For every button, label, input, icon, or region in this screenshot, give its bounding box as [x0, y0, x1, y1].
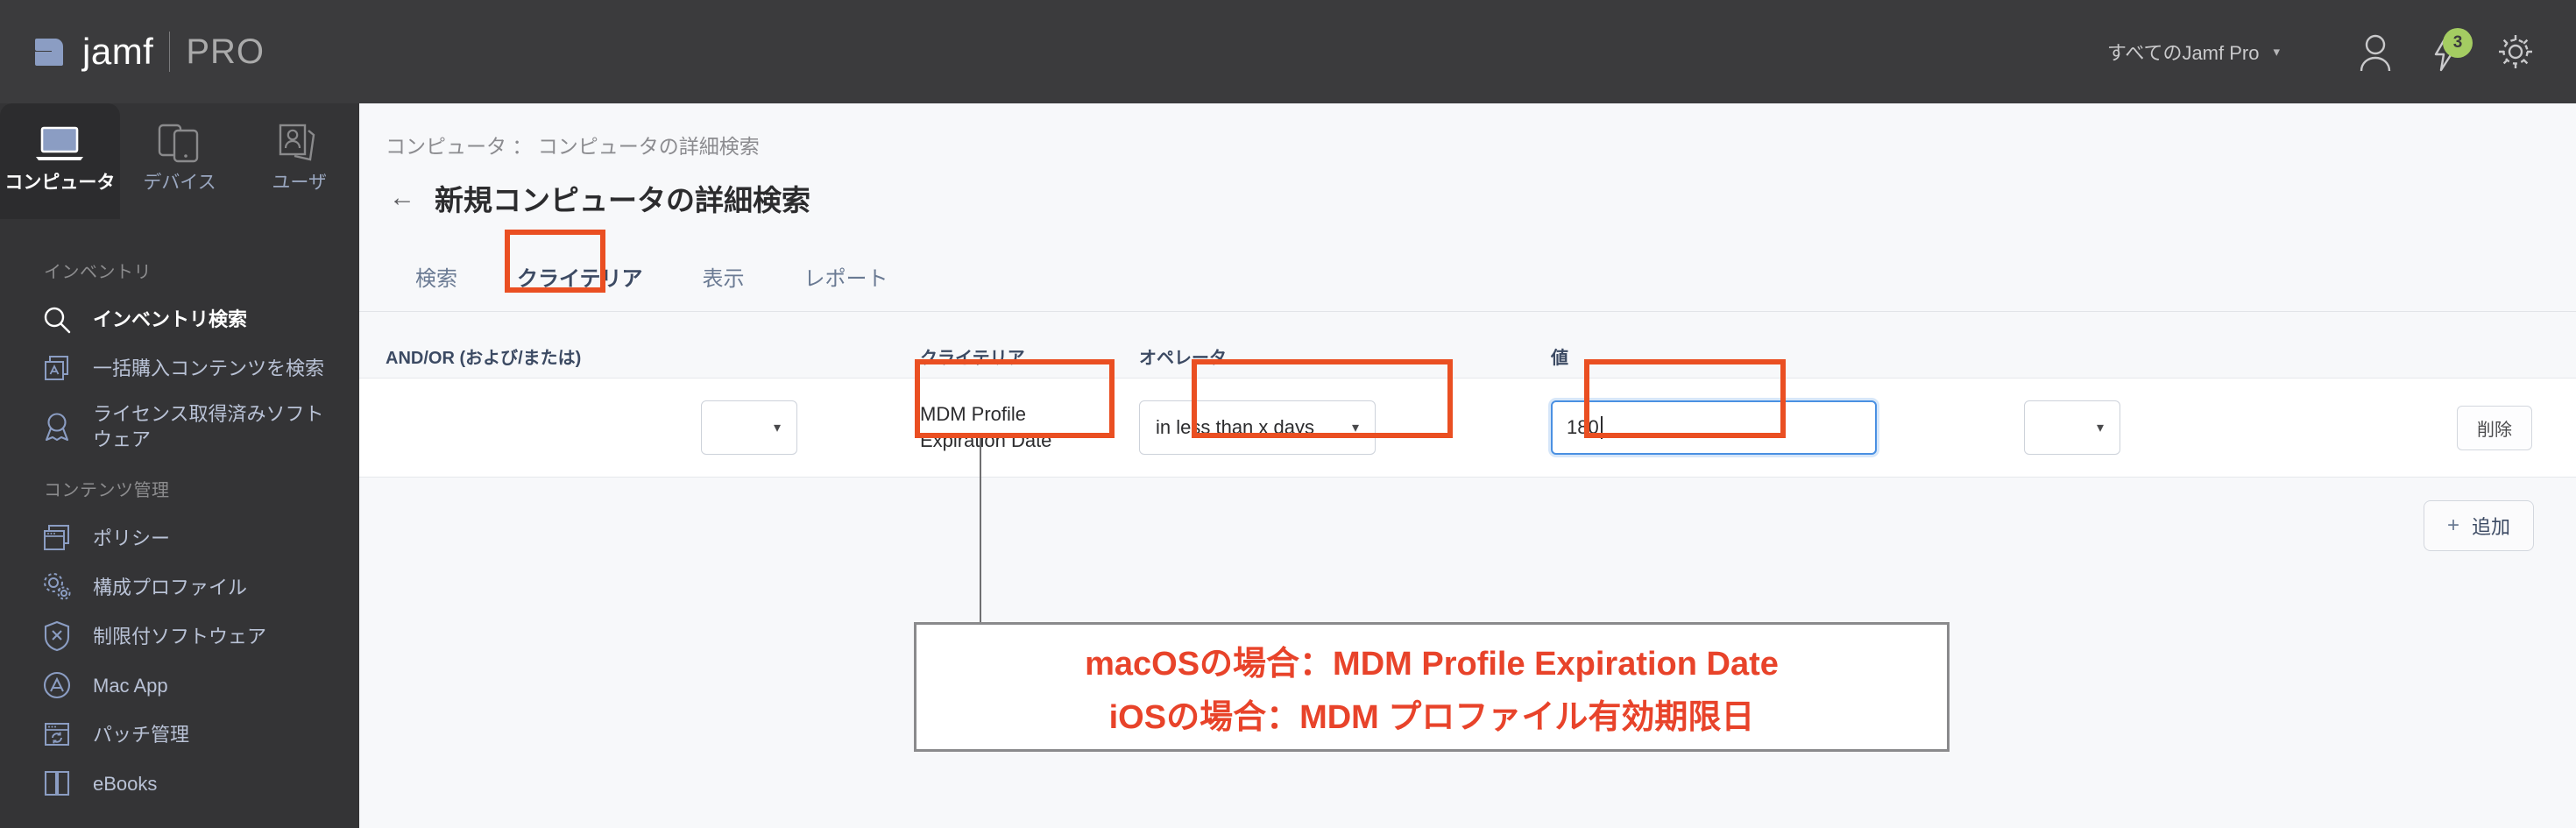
- gear-icon: [2499, 35, 2532, 68]
- notifications-button[interactable]: 3: [2420, 26, 2473, 77]
- annotation-leader-line: [980, 438, 981, 626]
- sidebar-item-patch-management[interactable]: パッチ管理: [0, 710, 359, 759]
- gears-icon: [40, 570, 74, 604]
- tab-search[interactable]: 検索: [386, 261, 487, 311]
- user-icon: [2360, 34, 2391, 71]
- table-row: ▾ MDM Profile Expiration Date in less th…: [359, 379, 2576, 477]
- sidebar-group-heading-inventory: インベントリ: [44, 263, 152, 282]
- sidebar-item-ebooks[interactable]: eBooks: [0, 759, 359, 808]
- content-tab-bar: 検索 クライテリア 表示 レポート: [359, 249, 2576, 312]
- sidebar-item-vpp-content-search[interactable]: 一括購入コンテンツを検索: [0, 344, 359, 393]
- app-stack-icon: [40, 352, 74, 386]
- shield-x-icon: [40, 619, 74, 653]
- sidebar-segment-users[interactable]: ユーザ: [239, 103, 359, 219]
- page-title-row: ← 新規コンピュータの詳細検索: [359, 159, 2576, 219]
- left-sidebar: コンピュータ デバイス ユーザ インベントリ インベントリ検索 一括購入コンテン…: [0, 103, 359, 828]
- chevron-down-icon: ▾: [1351, 421, 1359, 435]
- add-button-label: 追加: [2471, 516, 2510, 538]
- column-header-andor: AND/OR (および/または): [386, 349, 582, 368]
- search-icon: [40, 303, 74, 336]
- breadcrumb: コンピュータ ： コンピュータの詳細検索: [386, 135, 760, 158]
- sidebar-nav: インベントリ インベントリ検索 一括購入コンテンツを検索 ライセンス取得済みソフ…: [0, 219, 359, 828]
- sidebar-segment-devices[interactable]: デバイス: [120, 103, 240, 219]
- logo-jamf-text: jamf: [82, 31, 154, 72]
- tab-display[interactable]: 表示: [673, 261, 775, 311]
- laptop-icon: [34, 117, 85, 163]
- value-input[interactable]: 180: [1551, 400, 1877, 455]
- sidebar-item-label: ライセンス取得済みソフトウェア: [93, 403, 324, 451]
- chevron-down-icon: ▾: [2096, 421, 2104, 435]
- criteria-table: ▾ MDM Profile Expiration Date in less th…: [359, 378, 2576, 478]
- sidebar-item-label: Mac App: [93, 674, 168, 697]
- window-list-icon: [40, 521, 74, 555]
- sidebar-item-policies[interactable]: ポリシー: [0, 513, 359, 563]
- sidebar-segment-computers[interactable]: コンピュータ: [0, 103, 120, 219]
- annotation-line-2: iOSの場合：MDM プロファイル有効期限日: [1108, 699, 1755, 736]
- extra-select[interactable]: ▾: [2024, 400, 2120, 455]
- delete-button[interactable]: 削除: [2457, 405, 2532, 450]
- text-cursor: [1600, 416, 1603, 439]
- header-actions: すべてのJamf Pro ▾ 3: [2107, 26, 2541, 77]
- add-button[interactable]: + 追加: [2423, 500, 2534, 551]
- context-selector-label: すべてのJamf Pro: [2106, 42, 2260, 64]
- sidebar-item-licensed-software[interactable]: ライセンス取得済みソフトウェア: [0, 393, 359, 460]
- sidebar-group-heading-groups: グループ: [0, 808, 359, 828]
- sidebar-segment-label: ユーザ: [272, 173, 327, 193]
- sidebar-item-restricted-software[interactable]: 制限付ソフトウェア: [0, 612, 359, 661]
- sidebar-segment-label: コンピュータ: [4, 173, 116, 193]
- page-title: 新規コンピュータの詳細検索: [435, 184, 810, 216]
- column-header-criteria: クライテリア: [920, 349, 1025, 368]
- ribbon-award-icon: [40, 410, 74, 443]
- sidebar-item-label: 制限付ソフトウェア: [93, 625, 267, 648]
- criteria-value: MDM Profile Expiration Date: [920, 403, 1052, 451]
- add-row-area: + 追加: [359, 478, 2576, 551]
- annotation-callout-box: macOSの場合：MDM Profile Expiration Date iOS…: [914, 622, 1950, 752]
- sidebar-item-label: eBooks: [93, 772, 158, 795]
- andor-select[interactable]: ▾: [701, 400, 797, 455]
- users-icon: [274, 117, 325, 163]
- context-selector[interactable]: すべてのJamf Pro ▾: [2107, 38, 2280, 66]
- column-header-operator: オペレータ: [1139, 349, 1227, 368]
- criteria-column-headers: AND/OR (および/または) クライテリア オペレータ 値: [359, 312, 2576, 378]
- annotation-line-1: macOSの場合：MDM Profile Expiration Date: [1085, 646, 1779, 683]
- operator-select[interactable]: in less than x days ▾: [1139, 400, 1376, 455]
- sidebar-segment-tabs: コンピュータ デバイス ユーザ: [0, 103, 359, 219]
- back-arrow-icon[interactable]: ←: [389, 185, 415, 211]
- plus-icon: +: [2446, 513, 2459, 537]
- sidebar-group-heading-content: コンテンツ管理: [44, 481, 170, 501]
- sidebar-item-inventory-search[interactable]: インベントリ検索: [0, 295, 359, 344]
- sidebar-item-mac-app[interactable]: Mac App: [0, 661, 359, 710]
- sidebar-segment-label: デバイス: [143, 173, 216, 193]
- book-icon: [40, 767, 74, 800]
- sidebar-item-label: ポリシー: [93, 527, 171, 549]
- sidebar-item-configuration-profiles[interactable]: 構成プロファイル: [0, 563, 359, 612]
- jamf-pro-logo[interactable]: jamf PRO: [35, 31, 265, 73]
- column-header-value: 値: [1551, 349, 1568, 368]
- window-sync-icon: [40, 718, 74, 751]
- logo-divider: [169, 32, 171, 72]
- app-store-icon: [40, 669, 74, 702]
- account-button[interactable]: [2350, 26, 2401, 77]
- sidebar-item-label: インベントリ検索: [93, 308, 248, 331]
- sidebar-item-label: パッチ管理: [93, 723, 190, 746]
- notifications-badge: 3: [2443, 28, 2473, 58]
- settings-button[interactable]: [2490, 26, 2541, 77]
- sidebar-item-label: 構成プロファイル: [93, 576, 248, 598]
- value-input-text: 180: [1567, 416, 1599, 438]
- top-header-bar: jamf PRO すべてのJamf Pro ▾ 3: [0, 0, 2576, 103]
- tab-criteria[interactable]: クライテリア: [487, 261, 673, 311]
- chevron-down-icon: ▾: [2273, 45, 2280, 60]
- chevron-down-icon: ▾: [773, 421, 781, 435]
- tab-report[interactable]: レポート: [775, 261, 918, 311]
- mobile-devices-icon: [155, 117, 204, 163]
- sidebar-item-label: 一括購入コンテンツを検索: [93, 357, 325, 380]
- jamf-logo-icon: [35, 37, 70, 67]
- operator-select-value: in less than x days: [1156, 416, 1314, 438]
- logo-pro-text: PRO: [186, 32, 265, 71]
- app-root: jamf PRO すべてのJamf Pro ▾ 3 コンピュータ デバイス ユー…: [0, 0, 2576, 828]
